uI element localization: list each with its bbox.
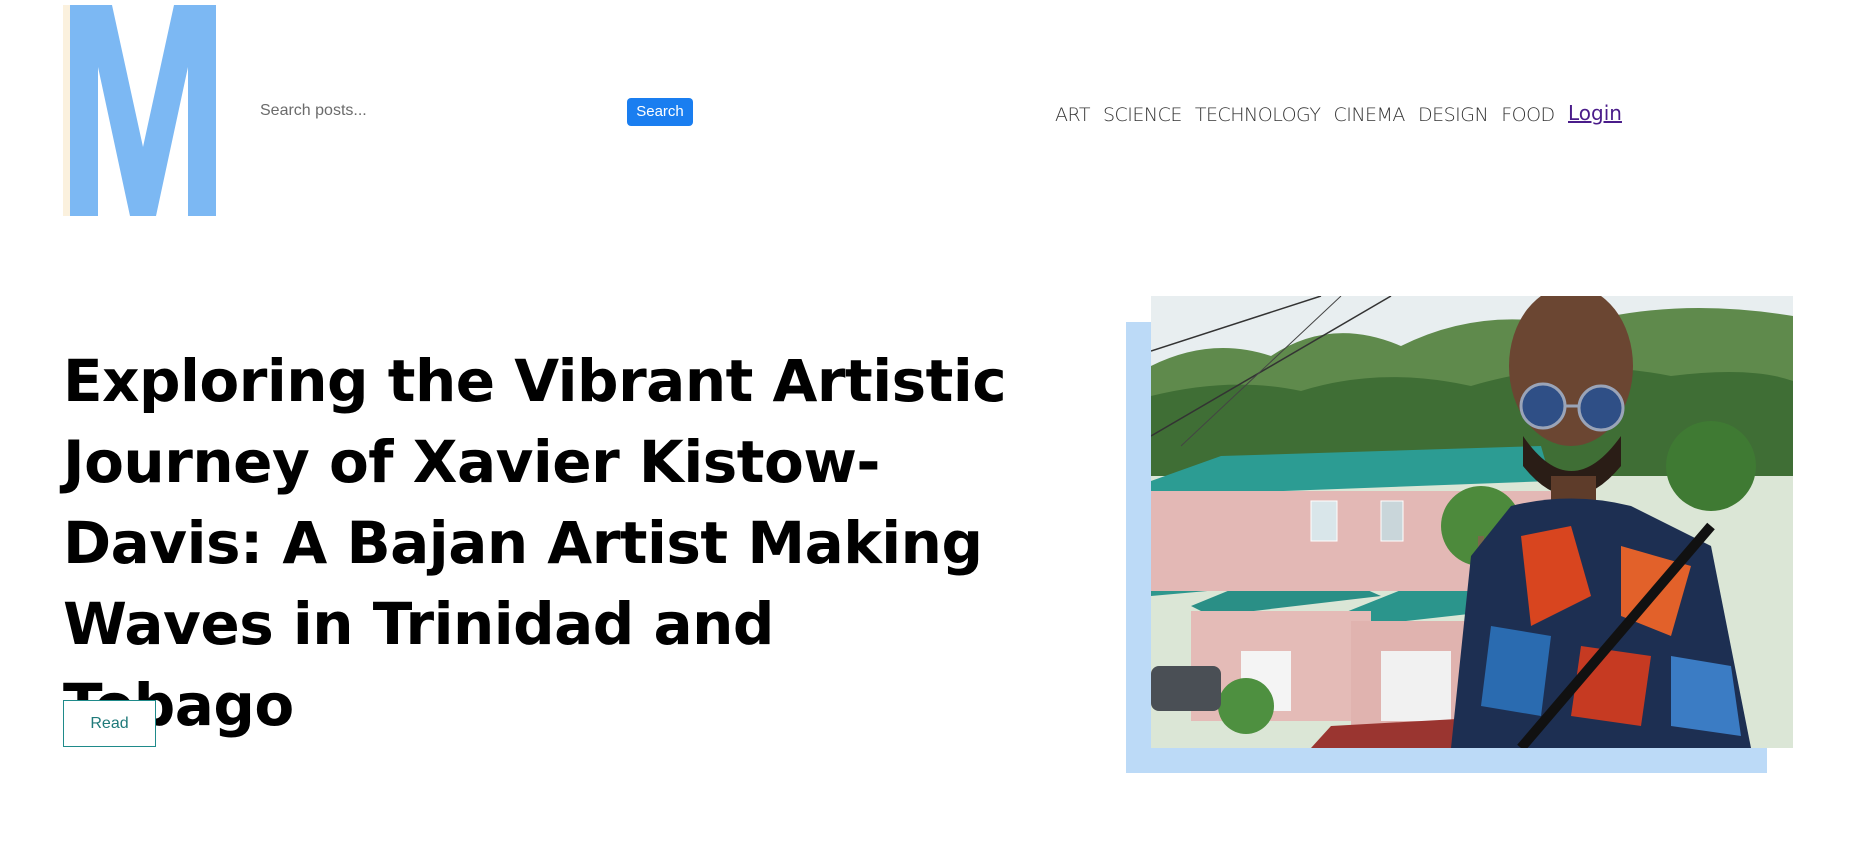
search-input[interactable]	[250, 98, 610, 124]
nav-item-art[interactable]: ART	[1055, 104, 1090, 126]
read-button[interactable]: Read	[63, 700, 156, 747]
login-link[interactable]: Login	[1568, 101, 1622, 125]
nav-item-design[interactable]: DESIGN	[1418, 104, 1489, 126]
artist-photo-illustration	[1151, 296, 1793, 748]
nav-item-food[interactable]: FOOD	[1501, 104, 1555, 126]
logo-m-glyph	[70, 5, 216, 216]
nav-item-technology[interactable]: TECHNOLOGY	[1195, 104, 1321, 126]
nav-item-cinema[interactable]: CINEMA	[1333, 104, 1405, 126]
site-logo[interactable]	[63, 5, 216, 216]
nav-item-science[interactable]: SCIENCE	[1103, 104, 1182, 126]
search-button[interactable]: Search	[627, 98, 693, 126]
search-bar: Search	[250, 96, 700, 126]
hero-image	[1151, 296, 1793, 748]
hero-title: Exploring the Vibrant Artistic Journey o…	[63, 347, 1007, 739]
category-nav: ART SCIENCE TECHNOLOGY CINEMA DESIGN FOO…	[1055, 100, 1555, 130]
